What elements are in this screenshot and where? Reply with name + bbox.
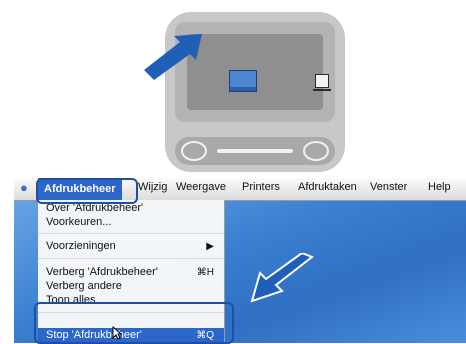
speaker-right-icon — [303, 141, 329, 161]
pointer-arrow-icon — [250, 253, 314, 303]
quit-highlight-frame — [34, 302, 234, 344]
menu-separator — [38, 258, 224, 259]
pointer-arrow-icon — [144, 34, 202, 80]
printer-window-icon — [229, 70, 257, 92]
menu-separator — [38, 233, 224, 234]
menu-printers[interactable]: Printers — [242, 181, 280, 193]
menu-wijzig[interactable]: Wijzig — [138, 181, 167, 193]
hard-drive-icon — [313, 74, 331, 91]
apple-icon[interactable]: ● — [20, 181, 32, 195]
menu-venster[interactable]: Venster — [370, 181, 407, 193]
monitor-base — [175, 137, 335, 165]
disk-slot — [217, 149, 293, 153]
shortcut-hide: ⌘H — [196, 267, 214, 278]
menu-help[interactable]: Help — [428, 181, 451, 193]
menu-item-services[interactable]: Voorzieningen — [46, 240, 116, 252]
menu-highlight-frame — [36, 178, 138, 204]
menu-afdruktaken[interactable]: Afdruktaken — [298, 181, 357, 193]
menu-item-preferences[interactable]: Voorkeuren... — [46, 216, 111, 228]
menu-weergave[interactable]: Weergave — [176, 181, 226, 193]
speaker-left-icon — [181, 141, 207, 161]
submenu-arrow-icon: ▶ — [206, 241, 214, 252]
menu-item-hide-others[interactable]: Verberg andere — [46, 280, 122, 292]
menu-item-hide-app[interactable]: Verberg 'Afdrukbeheer' — [46, 266, 158, 278]
